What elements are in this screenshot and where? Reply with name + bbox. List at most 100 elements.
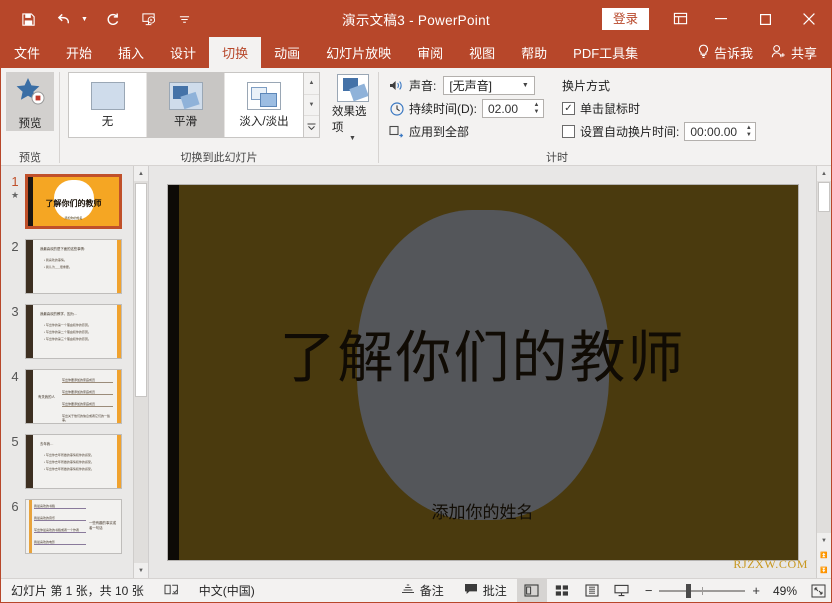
- transition-none[interactable]: 无: [69, 73, 147, 137]
- effect-options-button[interactable]: 效果选项 ▼: [332, 72, 373, 142]
- tab-pdf-tools[interactable]: PDF工具集: [560, 37, 651, 68]
- undo-icon[interactable]: [53, 8, 75, 30]
- apply-all-label: 应用到全部: [409, 123, 469, 140]
- tab-help[interactable]: 帮助: [508, 37, 560, 68]
- scroll-down-icon[interactable]: ▼: [817, 533, 831, 548]
- zoom-slider-handle[interactable]: [686, 584, 691, 598]
- comments-button[interactable]: 批注: [454, 579, 517, 602]
- on-mouse-click-row[interactable]: ✓ 单击鼠标时: [562, 97, 756, 120]
- gallery-more-icon[interactable]: [304, 115, 319, 137]
- zoom-control[interactable]: − + 49%: [637, 583, 805, 598]
- scroll-track[interactable]: [134, 181, 148, 563]
- notes-button[interactable]: 备注: [391, 579, 454, 602]
- language-status[interactable]: 中文(中国): [189, 579, 265, 602]
- on-mouse-click-checkbox[interactable]: ✓: [562, 102, 575, 115]
- tab-bar-right: 告诉我 共享: [687, 37, 831, 68]
- thumbnail-slide-2[interactable]: 2 我最喜欢的是下面的这些事情: • 我喜欢的事情。 • 我认为___很重要。: [5, 239, 129, 294]
- thumbnail-slide-4[interactable]: 4 有关我的人 写出你要添加的家庭成员 写出你要添加的家庭成员 写出你要添加的: [5, 369, 129, 424]
- duration-stepper[interactable]: ▲▼: [530, 100, 543, 117]
- thumbnail-number: 1 ★: [5, 174, 25, 201]
- tab-home[interactable]: 开始: [53, 37, 105, 68]
- zoom-out-button[interactable]: −: [645, 583, 653, 598]
- tab-insert[interactable]: 插入: [105, 37, 157, 68]
- scroll-thumb[interactable]: [135, 183, 147, 397]
- slide-count-status[interactable]: 幻灯片 第 1 张，共 10 张: [1, 579, 154, 602]
- apply-to-all-button[interactable]: 应用到全部: [389, 120, 544, 143]
- tab-design[interactable]: 设计: [157, 37, 209, 68]
- thumb6-bar-3: 写出你最喜欢的书籍或者一个作者: [34, 528, 86, 532]
- zoom-in-button[interactable]: +: [752, 583, 760, 598]
- slide-title-placeholder[interactable]: 了解你们的教师: [168, 313, 798, 394]
- slide-sorter-icon[interactable]: [547, 579, 577, 602]
- preview-button[interactable]: 预览: [6, 72, 54, 131]
- auto-advance-stepper[interactable]: ▲▼: [742, 123, 755, 140]
- tab-slideshow[interactable]: 幻灯片放映: [313, 37, 404, 68]
- thumbnail-image[interactable]: 我最喜欢的是下面的这些事情: • 我喜欢的事情。 • 我认为___很重要。: [25, 239, 122, 294]
- scroll-up-icon[interactable]: ▲: [134, 166, 148, 181]
- slide-editor[interactable]: 了解你们的教师 添加你的姓名 RJZXW.COM: [149, 166, 816, 578]
- thumbnail-slide-6[interactable]: 6 我最喜欢的书籍 我最喜欢的音乐 写出你最喜欢的书籍或者一个作者: [5, 499, 129, 554]
- normal-view-icon[interactable]: [517, 579, 547, 602]
- share-button[interactable]: 共享: [763, 37, 831, 68]
- scroll-down-icon[interactable]: ▼: [134, 563, 148, 578]
- thumbnail-scrollbar[interactable]: ▲ ▼: [133, 166, 148, 578]
- thumbnail-number-label: 1: [11, 174, 18, 189]
- fit-to-window-icon[interactable]: [805, 579, 831, 602]
- sound-combobox[interactable]: [无声音] ▼: [443, 76, 535, 95]
- tab-transitions[interactable]: 切换: [209, 37, 261, 68]
- slide-subtitle-placeholder[interactable]: 添加你的姓名: [168, 498, 798, 523]
- duration-spinner[interactable]: 02.00 ▲▼: [482, 99, 544, 118]
- previous-slide-icon[interactable]: ⏫: [817, 548, 831, 563]
- undo-dropdown-icon[interactable]: ▼: [81, 16, 88, 23]
- slideshow-icon[interactable]: [607, 579, 637, 602]
- save-icon[interactable]: [17, 8, 39, 30]
- scroll-down-icon[interactable]: ▼: [304, 94, 319, 116]
- auto-advance-spinner[interactable]: 00:00.00 ▲▼: [684, 122, 756, 141]
- powerpoint-window: ▼ 演示文稿3 - PowerPoint 登录: [0, 0, 832, 603]
- scroll-thumb[interactable]: [818, 182, 830, 212]
- tab-view[interactable]: 视图: [456, 37, 508, 68]
- reading-view-icon[interactable]: [577, 579, 607, 602]
- tab-file[interactable]: 文件: [1, 37, 53, 68]
- editor-scrollbar[interactable]: ▲ ▼ ⏫ ⏬: [816, 166, 831, 578]
- minimize-icon[interactable]: [699, 1, 743, 37]
- tab-animations[interactable]: 动画: [261, 37, 313, 68]
- sign-in-button[interactable]: 登录: [602, 8, 649, 30]
- auto-advance-checkbox[interactable]: [562, 125, 575, 138]
- thumbnail-image[interactable]: 了解你们的教师 添加你的姓名: [25, 174, 122, 229]
- next-slide-icon[interactable]: ⏬: [817, 563, 831, 578]
- zoom-level-label[interactable]: 49%: [767, 584, 797, 598]
- tab-review[interactable]: 审阅: [404, 37, 456, 68]
- thumbnail-image[interactable]: 我最喜欢的书籍 我最喜欢的音乐 写出你最喜欢的书籍或者一个作者 我最喜欢的电影 …: [25, 499, 122, 554]
- maximize-icon[interactable]: [743, 1, 787, 37]
- thumbnail-slide-5[interactable]: 5 去年我… • 写出你去年所做的事情和你的感受。 • 写出你去年所做的事情和你…: [5, 434, 129, 489]
- auto-advance-row[interactable]: 设置自动换片时间: 00:00.00 ▲▼: [562, 120, 756, 143]
- tell-me-box[interactable]: 告诉我: [687, 37, 763, 68]
- on-mouse-click-label: 单击鼠标时: [580, 100, 640, 117]
- transition-morph[interactable]: 平滑: [147, 73, 225, 137]
- zoom-slider[interactable]: [659, 590, 745, 592]
- spellcheck-button[interactable]: [154, 579, 189, 602]
- thumbnail-slide-1[interactable]: 1 ★ 了解你们的教师 添加你的姓名: [5, 174, 129, 229]
- scroll-track[interactable]: [817, 181, 831, 533]
- transition-fade[interactable]: 淡入/淡出: [225, 73, 303, 137]
- thumbnail-image[interactable]: 我最喜欢的教学，因为… • 写出你的第一个理由和你的原因。 • 写出你的第二个理…: [25, 304, 122, 359]
- chevron-down-icon[interactable]: ▼: [349, 136, 356, 142]
- thumbnail-image[interactable]: 有关我的人 写出你要添加的家庭成员 写出你要添加的家庭成员 写出你要添加的家庭成…: [25, 369, 122, 424]
- start-presentation-icon[interactable]: [138, 8, 160, 30]
- language-label: 中文(中国): [199, 582, 255, 599]
- thumbnail-image[interactable]: 去年我… • 写出你去年所做的事情和你的感受。 • 写出你去年所做的事情和你的感…: [25, 434, 122, 489]
- close-icon[interactable]: [787, 1, 831, 37]
- sound-dropdown-icon[interactable]: ▼: [518, 82, 532, 89]
- ribbon-display-options-icon[interactable]: [661, 1, 699, 37]
- thumbnail-number-label: 2: [11, 239, 18, 254]
- redo-icon[interactable]: [102, 8, 124, 30]
- gallery-scrollbar[interactable]: ▲ ▼: [303, 73, 319, 137]
- slide-canvas[interactable]: 了解你们的教师 添加你的姓名: [168, 185, 798, 560]
- scroll-up-icon[interactable]: ▲: [304, 73, 319, 94]
- thumb1-subtitle: 添加你的姓名: [28, 216, 119, 220]
- scroll-up-icon[interactable]: ▲: [817, 166, 831, 181]
- thumbnail-slide-3[interactable]: 3 我最喜欢的教学，因为… • 写出你的第一个理由和你的原因。 • 写出你的第二…: [5, 304, 129, 359]
- transition-gallery[interactable]: 无 平滑 淡入/淡出: [68, 72, 320, 138]
- customize-qat-icon[interactable]: [174, 8, 196, 30]
